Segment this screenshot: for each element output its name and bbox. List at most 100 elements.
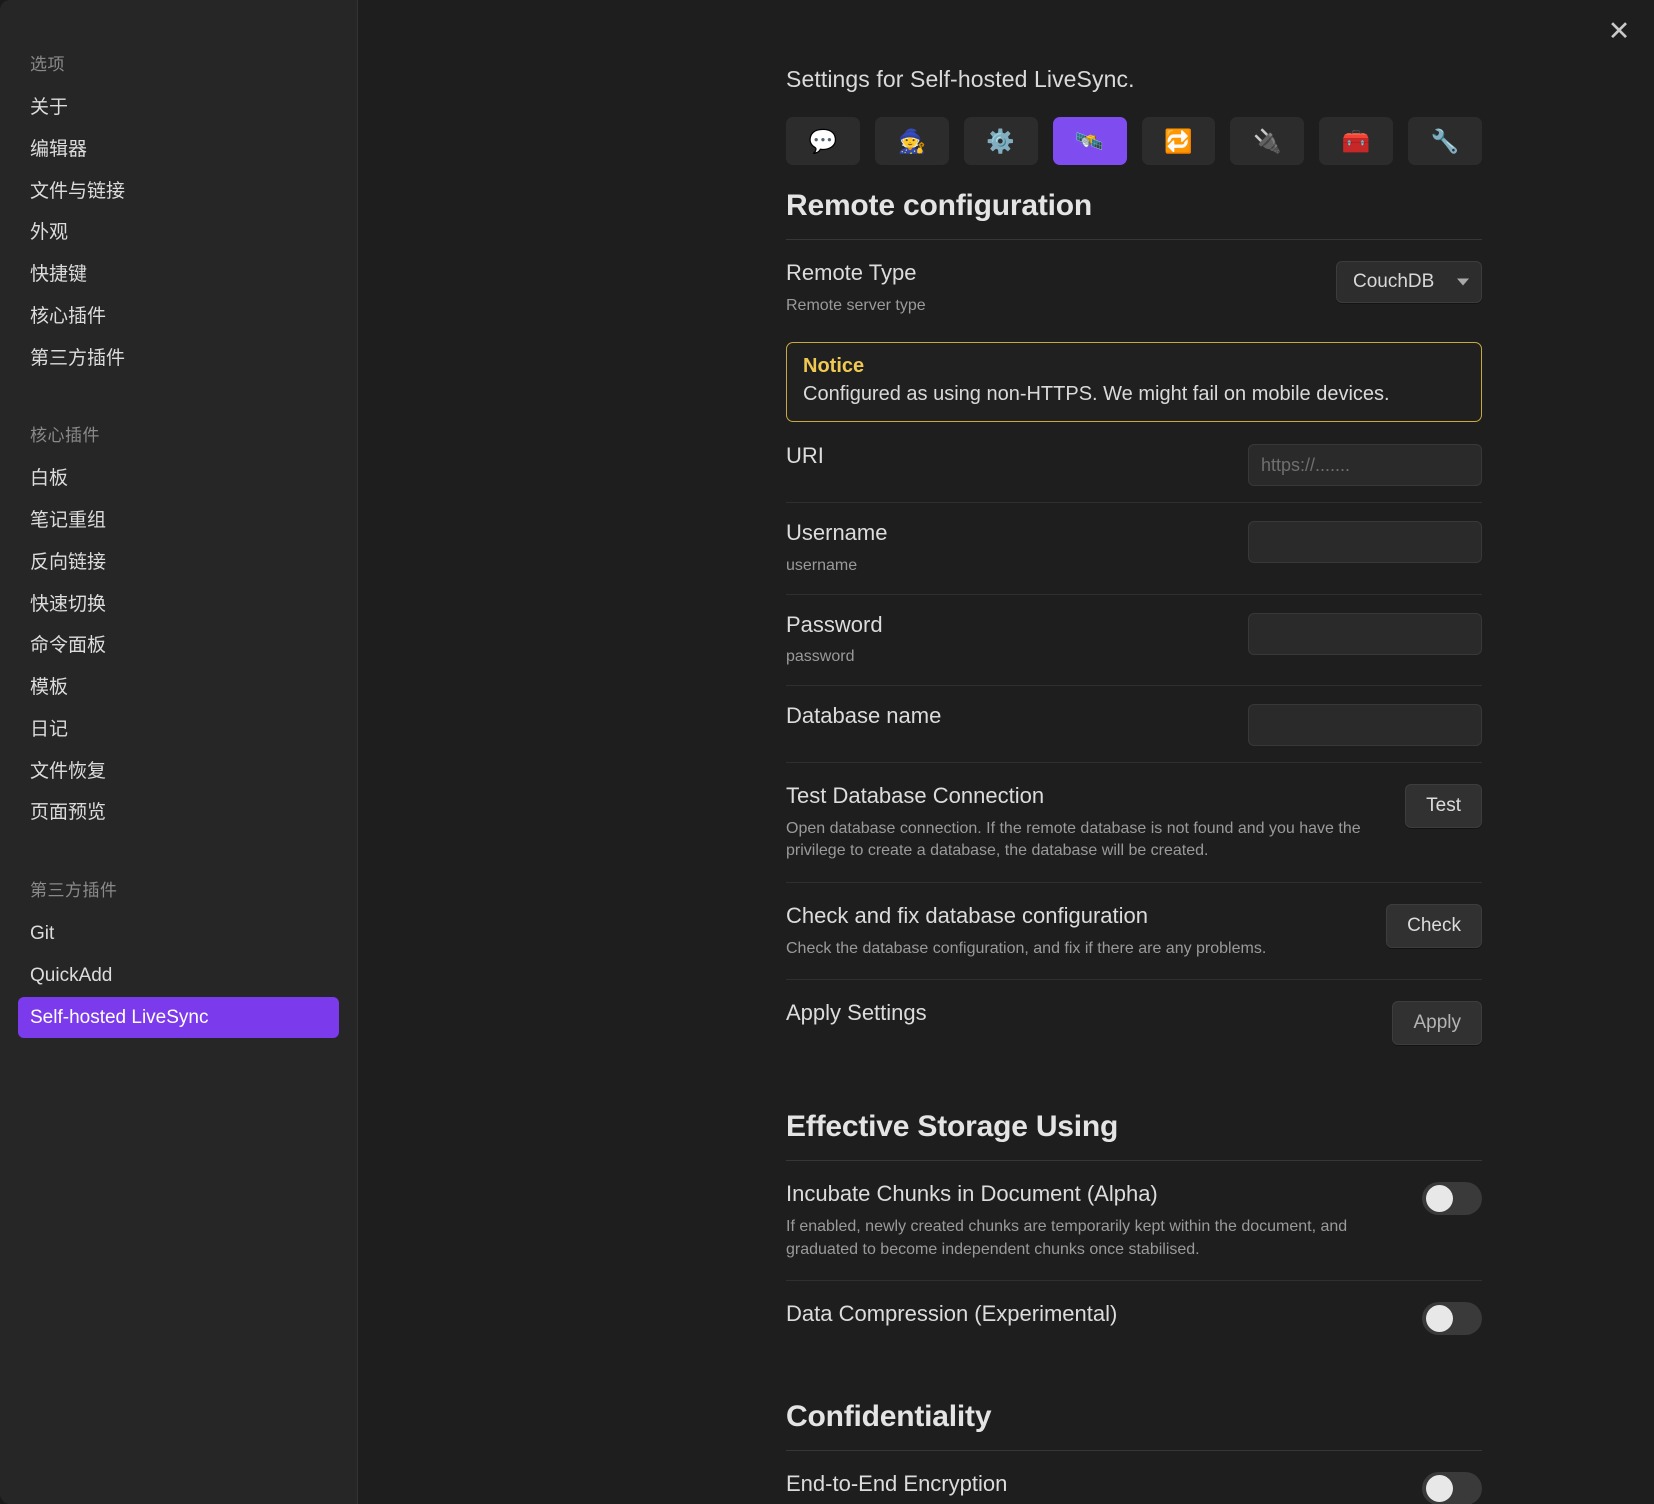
setting-password-info: Password password (786, 611, 1224, 669)
setting-incubate-info: Incubate Chunks in Document (Alpha) If e… (786, 1180, 1398, 1261)
tab-speech-balloon[interactable]: 💬 (786, 117, 860, 165)
section-heading-effective-storage-using: Effective Storage Using (786, 1110, 1482, 1144)
sidebar-item-daily-notes[interactable]: 日记 (18, 709, 339, 751)
sidebar-group-third-party-plugins: 第三方插件 Git QuickAdd Self-hosted LiveSync (0, 870, 357, 1038)
toggle-knob (1426, 1475, 1453, 1502)
setting-check-info: Check and fix database configuration Che… (786, 902, 1362, 960)
remote-type-select[interactable]: CouchDB (1336, 261, 1482, 303)
remote-type-selected-value: CouchDB (1353, 271, 1434, 293)
tab-wrench[interactable]: 🔧 (1408, 117, 1482, 165)
sidebar-group-core-plugins: 核心插件 白板 笔记重组 反向链接 快速切换 命令面板 模板 日记 文件恢复 页… (0, 415, 357, 834)
setting-data-compression-info: Data Compression (Experimental) (786, 1300, 1398, 1329)
sidebar-item-command-palette[interactable]: 命令面板 (18, 625, 339, 667)
plugin-tab-bar: 💬 🧙 ⚙️ 🛰️ 🔁 🔌 🧰 🔧 (786, 117, 1482, 165)
sidebar-item-about[interactable]: 关于 (18, 87, 339, 129)
setting-data-compression-control (1422, 1300, 1482, 1335)
sidebar-item-core-plugins[interactable]: 核心插件 (18, 296, 339, 338)
tab-toolbox[interactable]: 🧰 (1319, 117, 1393, 165)
tab-repeat[interactable]: 🔁 (1142, 117, 1216, 165)
setting-test-database-connection: Test Database Connection Open database c… (786, 763, 1482, 883)
setting-username: Username username (786, 503, 1482, 594)
sidebar-spacer-1 (0, 379, 357, 415)
sidebar-group-options: 选项 关于 编辑器 文件与链接 外观 快捷键 核心插件 第三方插件 (0, 44, 357, 379)
setting-database-name: Database name (786, 686, 1482, 763)
setting-username-name: Username (786, 519, 1224, 548)
sidebar-item-page-preview[interactable]: 页面预览 (18, 792, 339, 834)
tab-wizard[interactable]: 🧙 (875, 117, 949, 165)
uri-input[interactable] (1248, 444, 1482, 486)
sidebar-item-git[interactable]: Git (18, 913, 339, 955)
page-title: Settings for Self-hosted LiveSync. (786, 66, 1482, 93)
setting-password-desc: password (786, 646, 1224, 669)
setting-check-control: Check (1386, 902, 1482, 948)
setting-apply-settings: Apply Settings Apply (786, 980, 1482, 1064)
tab-satellite[interactable]: 🛰️ (1053, 117, 1127, 165)
sidebar-item-appearance[interactable]: 外观 (18, 212, 339, 254)
setting-password: Password password (786, 595, 1482, 686)
setting-database-name-control (1248, 702, 1482, 746)
data-compression-toggle[interactable] (1422, 1302, 1482, 1335)
sidebar-item-hotkeys[interactable]: 快捷键 (18, 254, 339, 296)
setting-e2e-control (1422, 1470, 1482, 1504)
e2e-encryption-toggle[interactable] (1422, 1472, 1482, 1504)
sidebar-item-community-plugins[interactable]: 第三方插件 (18, 338, 339, 380)
section-heading-confidentiality: Confidentiality (786, 1400, 1482, 1434)
setting-e2e-name: End-to-End Encryption (786, 1470, 1398, 1499)
setting-e2e-info: End-to-End Encryption Encrypt contents o… (786, 1470, 1398, 1504)
setting-apply-info: Apply Settings (786, 999, 1368, 1028)
sidebar-spacer-2 (0, 834, 357, 870)
setting-remote-type-control: CouchDB (1336, 259, 1482, 303)
setting-uri-control (1248, 442, 1482, 486)
password-input[interactable] (1248, 613, 1482, 655)
sidebar-item-quick-switcher[interactable]: 快速切换 (18, 584, 339, 626)
setting-incubate-desc: If enabled, newly created chunks are tem… (786, 1216, 1398, 1261)
setting-password-name: Password (786, 611, 1224, 640)
setting-data-compression: Data Compression (Experimental) (786, 1281, 1482, 1354)
database-name-input[interactable] (1248, 704, 1482, 746)
sidebar-item-note-composer[interactable]: 笔记重组 (18, 500, 339, 542)
sidebar-item-editor[interactable]: 编辑器 (18, 129, 339, 171)
setting-remote-type: Remote Type Remote server type CouchDB (786, 240, 1482, 336)
setting-apply-control: Apply (1392, 999, 1482, 1045)
tab-gear[interactable]: ⚙️ (964, 117, 1038, 165)
setting-incubate-control (1422, 1180, 1482, 1215)
setting-test-name: Test Database Connection (786, 782, 1381, 811)
sidebar-item-file-recovery[interactable]: 文件恢复 (18, 751, 339, 793)
setting-remote-type-name: Remote Type (786, 259, 1312, 288)
test-button[interactable]: Test (1405, 784, 1482, 828)
connection-fields: URI Username username (786, 426, 1482, 763)
username-input[interactable] (1248, 521, 1482, 563)
sidebar-item-quickadd[interactable]: QuickAdd (18, 955, 339, 997)
setting-apply-name: Apply Settings (786, 999, 1368, 1028)
sidebar-item-files-and-links[interactable]: 文件与链接 (18, 171, 339, 213)
chevron-down-icon (1457, 279, 1469, 286)
toggle-knob (1426, 1185, 1453, 1212)
settings-main-panel: ✕ Settings for Self-hosted LiveSync. 💬 🧙… (358, 0, 1654, 1504)
setting-incubate-chunks: Incubate Chunks in Document (Alpha) If e… (786, 1161, 1482, 1281)
sidebar-item-canvas[interactable]: 白板 (18, 458, 339, 500)
setting-remote-type-desc: Remote server type (786, 295, 1312, 318)
sidebar-item-backlinks[interactable]: 反向链接 (18, 542, 339, 584)
sidebar-heading-core-plugins: 核心插件 (18, 415, 339, 458)
notice-body: Configured as using non-HTTPS. We might … (803, 381, 1465, 407)
setting-username-info: Username username (786, 519, 1224, 577)
setting-password-control (1248, 611, 1482, 655)
sidebar-item-templates[interactable]: 模板 (18, 667, 339, 709)
settings-sidebar: 选项 关于 编辑器 文件与链接 外观 快捷键 核心插件 第三方插件 核心插件 白… (0, 0, 358, 1504)
settings-modal: 选项 关于 编辑器 文件与链接 外观 快捷键 核心插件 第三方插件 核心插件 白… (0, 0, 1654, 1504)
setting-data-compression-name: Data Compression (Experimental) (786, 1300, 1398, 1329)
setting-uri: URI (786, 426, 1482, 503)
incubate-chunks-toggle[interactable] (1422, 1182, 1482, 1215)
close-icon[interactable]: ✕ (1602, 14, 1636, 48)
setting-test-control: Test (1405, 782, 1482, 828)
setting-check-name: Check and fix database configuration (786, 902, 1362, 931)
sidebar-heading-options: 选项 (18, 44, 339, 87)
setting-check-desc: Check the database configuration, and fi… (786, 938, 1362, 961)
tab-plug[interactable]: 🔌 (1230, 117, 1304, 165)
sidebar-item-self-hosted-livesync[interactable]: Self-hosted LiveSync (18, 997, 339, 1039)
setting-username-control (1248, 519, 1482, 563)
check-button[interactable]: Check (1386, 904, 1482, 948)
section-heading-remote-configuration: Remote configuration (786, 189, 1482, 223)
setting-test-info: Test Database Connection Open database c… (786, 782, 1381, 863)
apply-button[interactable]: Apply (1392, 1001, 1482, 1045)
